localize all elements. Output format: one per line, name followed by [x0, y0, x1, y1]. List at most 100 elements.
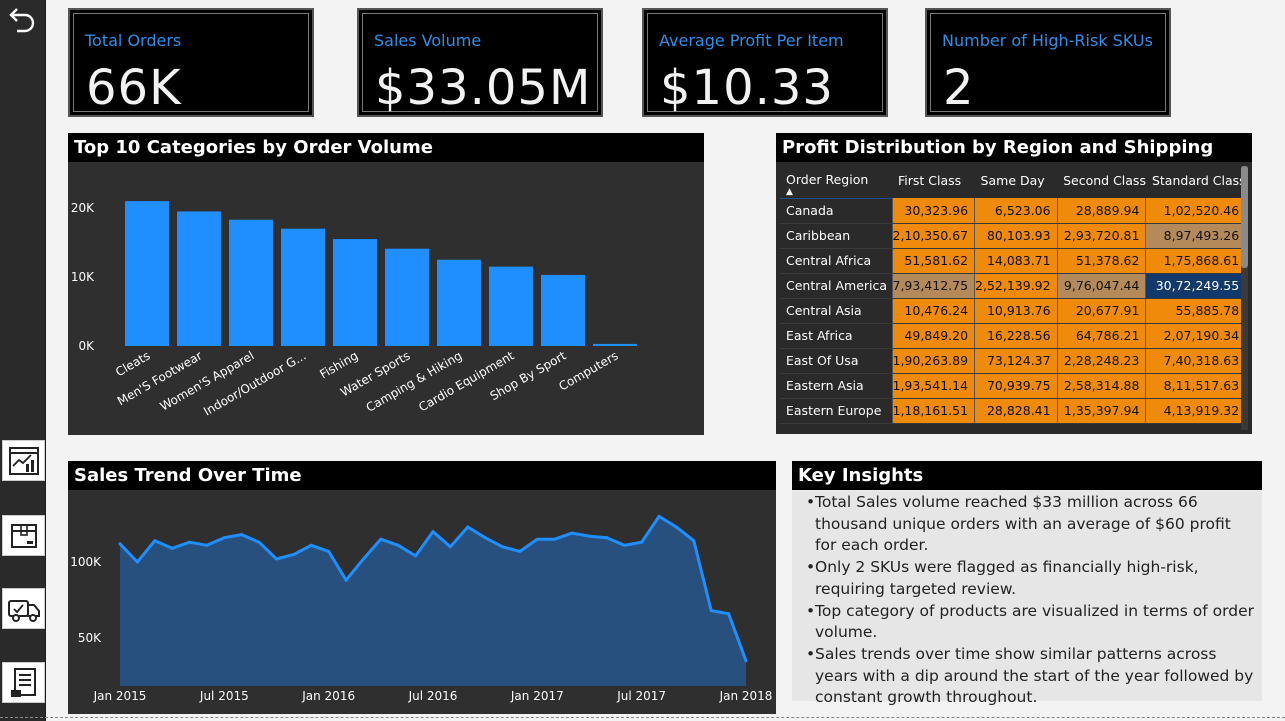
- matrix-cell[interactable]: 7,40,318.63: [1145, 348, 1247, 374]
- sales-point-2016-04[interactable]: [379, 537, 383, 541]
- column-header-second-class[interactable]: Second Class: [1057, 162, 1146, 198]
- matrix-cell[interactable]: 2,28,248.23: [1057, 348, 1147, 374]
- matrix-row[interactable]: Eastern Europe 1,18,161.51 28,828.41 1,35,3…: [780, 397, 1247, 424]
- bar-9[interactable]: [593, 343, 637, 346]
- matrix-cell[interactable]: 10,476.24: [892, 298, 976, 324]
- sales-point-2016-06[interactable]: [414, 554, 418, 558]
- bar-2[interactable]: [229, 219, 273, 346]
- sales-point-2015-05[interactable]: [188, 540, 192, 544]
- matrix-cell[interactable]: 7,93,412.75: [892, 273, 976, 299]
- matrix-cell[interactable]: 9,76,047.44: [1057, 273, 1147, 299]
- matrix-cell[interactable]: 51,581.62: [892, 248, 976, 274]
- scrollbar-thumb[interactable]: [1241, 166, 1248, 268]
- sales-point-2016-02[interactable]: [344, 578, 348, 582]
- sales-point-2016-08[interactable]: [448, 545, 452, 549]
- matrix-cell[interactable]: 1,02,520.46: [1145, 198, 1247, 224]
- matrix-cell[interactable]: 1,90,263.89: [892, 348, 976, 374]
- matrix-cell[interactable]: 8,97,493.26: [1145, 223, 1247, 249]
- sales-point-2016-10[interactable]: [483, 536, 487, 540]
- bar-4[interactable]: [333, 239, 377, 346]
- sales-point-2015-01[interactable]: [118, 542, 122, 546]
- matrix-row[interactable]: Central America 7,93,412.75 2,52,139.92 9,7…: [780, 272, 1247, 299]
- matrix-cell[interactable]: 20,677.91: [1057, 298, 1147, 324]
- matrix-cell[interactable]: 80,103.93: [974, 223, 1058, 249]
- sales-point-2017-08[interactable]: [657, 514, 661, 518]
- sales-point-2015-09[interactable]: [257, 540, 261, 544]
- sales-point-2016-09[interactable]: [466, 525, 470, 529]
- matrix-cell[interactable]: 2,93,720.81: [1057, 223, 1147, 249]
- matrix-cell[interactable]: 70,939.75: [974, 373, 1058, 399]
- sales-point-2017-06[interactable]: [622, 543, 626, 547]
- sales-point-2015-06[interactable]: [205, 543, 209, 547]
- matrix-row[interactable]: Caribbean 2,10,350.67 80,103.93 2,93,720.81…: [780, 222, 1247, 249]
- matrix-cell[interactable]: 64,786.21: [1057, 323, 1147, 349]
- matrix-row[interactable]: East Of Usa 1,90,263.89 73,124.37 2,28,248.…: [780, 347, 1247, 374]
- column-header-first-class[interactable]: First Class: [892, 162, 975, 198]
- sales-point-2017-05[interactable]: [605, 536, 609, 540]
- matrix-cell[interactable]: 49,849.20: [892, 323, 976, 349]
- matrix-cell[interactable]: 8,11,517.63: [1145, 373, 1247, 399]
- matrix-cell[interactable]: 2,52,139.92: [974, 273, 1058, 299]
- matrix-cell[interactable]: 1,18,161.51: [892, 398, 976, 424]
- sales-point-2017-09[interactable]: [674, 525, 678, 529]
- sales-point-2016-11[interactable]: [501, 545, 505, 549]
- bar-6[interactable]: [437, 259, 481, 346]
- matrix-cell[interactable]: 4,13,919.32: [1145, 398, 1247, 424]
- sales-point-2015-03[interactable]: [153, 539, 157, 543]
- matrix-row[interactable]: East Africa 49,849.20 16,228.56 64,786.21 2,…: [780, 322, 1247, 349]
- sales-point-2017-10[interactable]: [692, 539, 696, 543]
- sales-point-2015-02[interactable]: [135, 560, 139, 564]
- sales-point-2017-02[interactable]: [553, 537, 557, 541]
- matrix-cell[interactable]: 51,378.62: [1057, 248, 1147, 274]
- package-button[interactable]: [2, 515, 45, 556]
- sales-point-2017-12[interactable]: [727, 612, 731, 616]
- sales-point-2017-07[interactable]: [640, 540, 644, 544]
- matrix-cell[interactable]: 30,72,249.55: [1145, 273, 1247, 299]
- matrix-cell[interactable]: 30,323.96: [892, 198, 976, 224]
- bar-0[interactable]: [125, 201, 169, 346]
- matrix-cell[interactable]: 73,124.37: [974, 348, 1058, 374]
- bar-7[interactable]: [489, 266, 533, 346]
- matrix-cell[interactable]: 2,10,350.67: [892, 223, 976, 249]
- column-header-region[interactable]: Order Region ▲: [780, 162, 892, 198]
- sales-point-2015-08[interactable]: [240, 533, 244, 537]
- column-header-standard-class[interactable]: Standard Class: [1146, 162, 1246, 198]
- sales-point-2015-07[interactable]: [222, 536, 226, 540]
- matrix-row[interactable]: Eastern Asia 1,93,541.14 70,939.75 2,58,314…: [780, 372, 1247, 399]
- column-header-same-day[interactable]: Same Day: [975, 162, 1058, 198]
- matrix-row[interactable]: Central Africa 51,581.62 14,083.71 51,378.6…: [780, 247, 1247, 274]
- matrix-cell[interactable]: 16,228.56: [974, 323, 1058, 349]
- matrix-cell[interactable]: 28,828.41: [974, 398, 1058, 424]
- sales-point-2017-01[interactable]: [535, 537, 539, 541]
- matrix-cell[interactable]: 1,93,541.14: [892, 373, 976, 399]
- matrix-cell[interactable]: 28,889.94: [1057, 198, 1147, 224]
- matrix-cell[interactable]: 1,35,397.94: [1057, 398, 1147, 424]
- delivery-button[interactable]: [2, 588, 45, 629]
- sales-point-2016-03[interactable]: [361, 557, 365, 561]
- bar-8[interactable]: [541, 274, 585, 346]
- sales-point-2016-12[interactable]: [518, 549, 522, 553]
- sales-point-2017-03[interactable]: [570, 531, 574, 535]
- matrix-cell[interactable]: 1,75,868.61: [1145, 248, 1247, 274]
- bar-1[interactable]: [177, 211, 221, 346]
- sales-point-2015-10[interactable]: [275, 557, 278, 561]
- sales-point-2017-04[interactable]: [588, 534, 591, 538]
- sales-point-2018-01[interactable]: [744, 659, 748, 663]
- matrix-cell[interactable]: 2,07,190.34: [1145, 323, 1247, 349]
- back-button[interactable]: [0, 0, 46, 40]
- sales-point-2016-05[interactable]: [396, 543, 400, 547]
- matrix-row[interactable]: Canada 30,323.96 6,523.06 28,889.94 1,02,520…: [780, 197, 1247, 224]
- document-button[interactable]: [2, 662, 45, 703]
- matrix-cell[interactable]: 6,523.06: [974, 198, 1058, 224]
- matrix-scrollbar[interactable]: [1241, 166, 1248, 430]
- matrix-cell[interactable]: 10,913.76: [974, 298, 1058, 324]
- bar-5[interactable]: [385, 248, 429, 346]
- sales-report-button[interactable]: [2, 440, 45, 481]
- sales-point-2016-01[interactable]: [327, 549, 331, 553]
- matrix-cell[interactable]: 2,58,314.88: [1057, 373, 1147, 399]
- matrix-cell[interactable]: 55,885.78: [1145, 298, 1247, 324]
- sales-point-2017-11[interactable]: [709, 609, 713, 613]
- sales-point-2016-07[interactable]: [431, 530, 435, 534]
- sales-point-2015-11[interactable]: [292, 552, 296, 556]
- sales-point-2015-04[interactable]: [170, 546, 174, 550]
